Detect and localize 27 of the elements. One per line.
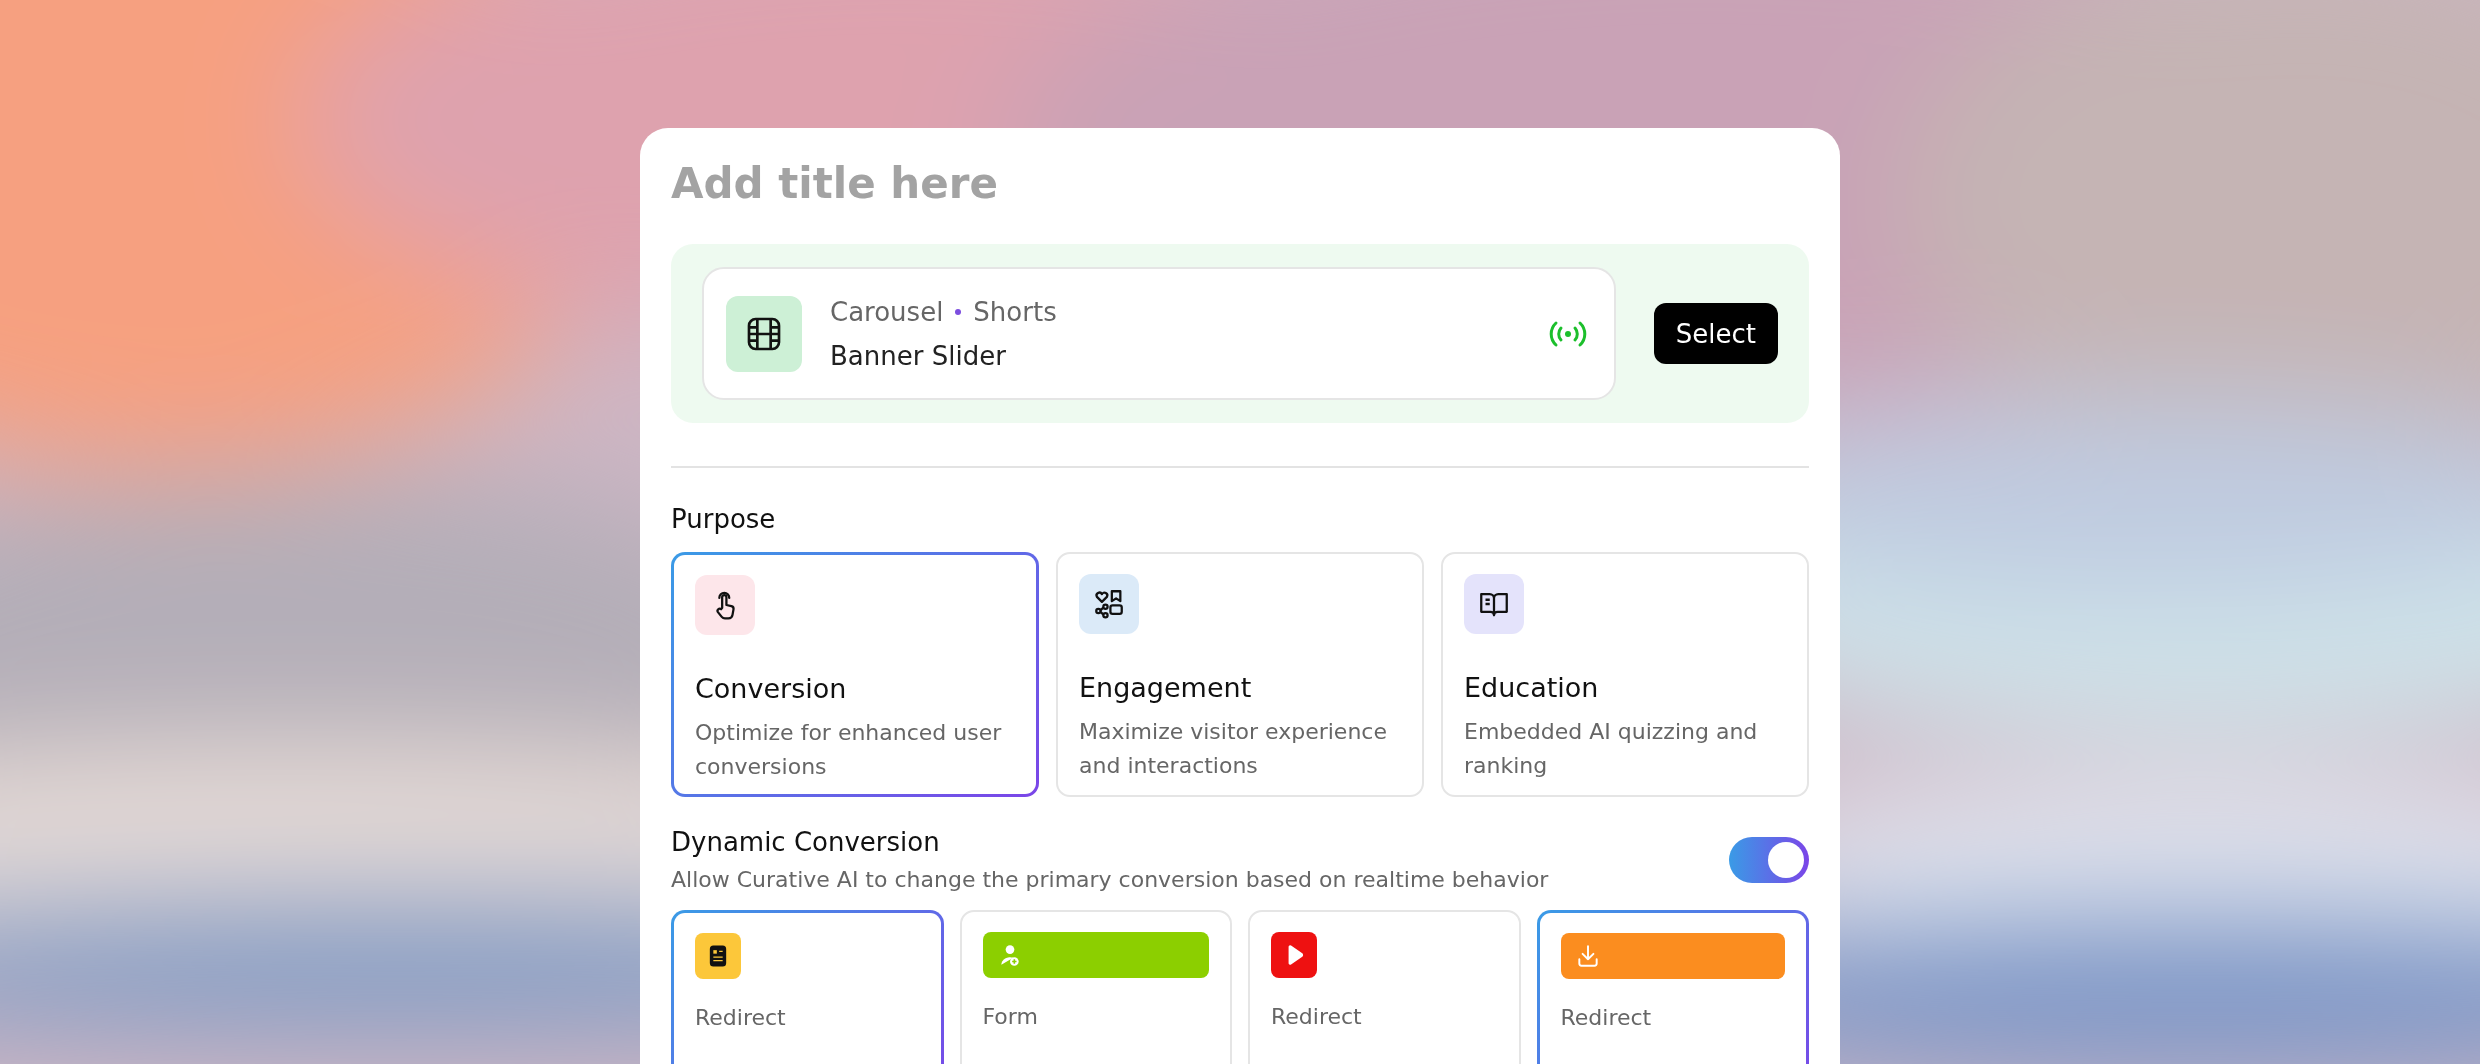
select-button[interactable]: Select [1653,303,1778,364]
conversion-option[interactable]: Form [959,910,1232,1064]
option-title: Education [1464,672,1600,703]
conversion-type: Redirect [695,1005,787,1030]
conversion-option[interactable]: Redirect [671,910,944,1064]
option-description: Optimize for enhanced user conversions [695,719,1003,781]
widget-type: Shorts [973,296,1057,327]
option-title: Engagement [1079,672,1253,703]
section-heading: Purpose [671,504,777,534]
option-title: Conversion [695,673,848,704]
conversion-type: Redirect [1560,1005,1653,1030]
conversion-option[interactable]: Redirect [1248,910,1521,1064]
widget-type: Carousel [830,296,944,327]
section-heading: Dynamic Conversion [671,827,941,857]
purpose-option[interactable]: Conversion Optimize for enhanced user conversions [671,552,1039,797]
film-icon [726,295,802,372]
purpose-option[interactable]: Education Embedded AI quizzing and ranking [1441,552,1809,797]
option-description: Maximize visitor experience and interactions [1079,718,1388,780]
section-description: Allow Curative AI to change the primary conversion based on realtime behavior [671,867,1549,892]
widget-name: Banner Slider [830,340,1007,371]
title-field[interactable]: Add title here [671,152,1371,214]
conversion-type: Redirect [1271,1004,1363,1029]
option-description: Embedded AI quizzing and ranking [1464,718,1759,780]
purpose-option[interactable]: Engagement Maximize visitor experience and interactions [1056,552,1424,797]
conversion-type: Form [982,1004,1039,1029]
widget-card[interactable]: Carousel Shorts Banner Slider [702,267,1616,400]
toggle-switch[interactable] [1729,836,1809,883]
